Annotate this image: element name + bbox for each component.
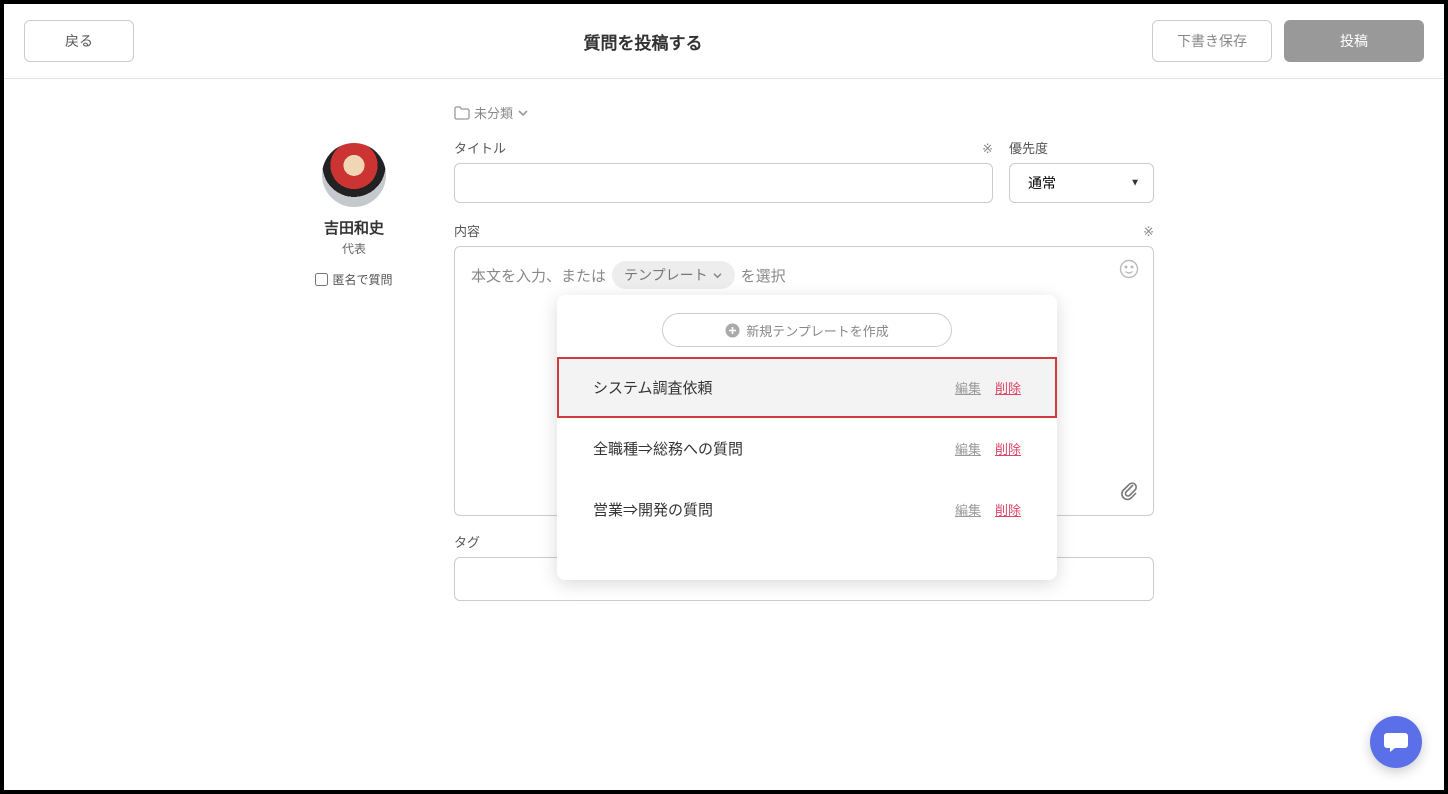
new-template-label: 新規テンプレートを作成: [746, 321, 889, 340]
template-item-actions: 編集 削除: [955, 500, 1021, 519]
title-label: タイトル: [454, 138, 506, 157]
content-textarea[interactable]: 本文を入力、または テンプレート を選択 新規テンプレートを作成 シ: [454, 246, 1154, 516]
template-item[interactable]: システム調査依頼 編集 削除: [557, 357, 1057, 418]
template-chip-label: テンプレート: [624, 265, 708, 285]
form-column: 未分類 タイトル ※ 優先度 ▼ 内容: [454, 103, 1154, 601]
save-draft-button[interactable]: 下書き保存: [1152, 20, 1272, 62]
content-placeholder: 本文を入力、または テンプレート を選択: [471, 261, 1137, 289]
priority-select[interactable]: [1009, 163, 1154, 203]
template-item-name: システム調査依頼: [593, 377, 713, 398]
post-button[interactable]: 投稿: [1284, 20, 1424, 62]
user-name: 吉田和史: [324, 217, 384, 238]
anonymous-checkbox-row[interactable]: 匿名で質問: [315, 271, 392, 288]
chevron-down-icon: [712, 272, 723, 279]
back-button[interactable]: 戻る: [24, 20, 134, 62]
template-item-name: 全職種⇒総務への質問: [593, 438, 743, 459]
category-selector[interactable]: 未分類: [454, 103, 1154, 122]
main: 吉田和史 代表 匿名で質問 未分類 タイトル ※ 優先度: [4, 79, 1444, 625]
priority-label: 優先度: [1009, 138, 1048, 157]
user-column: 吉田和史 代表 匿名で質問: [294, 143, 414, 601]
content-label: 内容: [454, 221, 480, 240]
header: 戻る 質問を投稿する 下書き保存 投稿: [4, 4, 1444, 79]
content-required-mark: ※: [1143, 224, 1154, 240]
smiley-icon[interactable]: [1119, 259, 1139, 279]
priority-select-wrap[interactable]: ▼: [1009, 163, 1154, 203]
content-placeholder-pre: 本文を入力、または: [471, 265, 606, 286]
template-dropdown: 新規テンプレートを作成 システム調査依頼 編集 削除 全職種⇒総務への質問 編集…: [557, 295, 1057, 580]
page-title: 質問を投稿する: [134, 29, 1152, 54]
title-group: タイトル ※: [454, 138, 993, 203]
priority-group: 優先度 ▼: [1009, 138, 1154, 203]
chat-icon: [1383, 730, 1409, 754]
template-item[interactable]: 全職種⇒総務への質問 編集 削除: [557, 418, 1057, 479]
category-label: 未分類: [474, 103, 513, 122]
folder-icon: [454, 106, 470, 120]
user-role: 代表: [342, 240, 366, 257]
new-template-button[interactable]: 新規テンプレートを作成: [662, 313, 952, 347]
anonymous-label: 匿名で質問: [332, 271, 392, 288]
chat-fab[interactable]: [1370, 716, 1422, 768]
template-item-name: 営業⇒開発の質問: [593, 499, 713, 520]
template-item-actions: 編集 削除: [955, 439, 1021, 458]
anonymous-checkbox[interactable]: [315, 273, 328, 286]
template-edit-link[interactable]: 編集: [955, 439, 981, 458]
template-delete-link[interactable]: 削除: [995, 500, 1021, 519]
paperclip-icon[interactable]: [1119, 479, 1139, 501]
chevron-down-icon: [517, 109, 529, 117]
header-actions: 下書き保存 投稿: [1152, 20, 1424, 62]
title-input[interactable]: [454, 163, 993, 203]
template-edit-link[interactable]: 編集: [955, 378, 981, 397]
plus-circle-icon: [725, 323, 740, 338]
title-required-mark: ※: [982, 141, 993, 157]
template-delete-link[interactable]: 削除: [995, 439, 1021, 458]
content-placeholder-post: を選択: [741, 265, 786, 286]
template-edit-link[interactable]: 編集: [955, 500, 981, 519]
template-delete-link[interactable]: 削除: [995, 378, 1021, 397]
avatar: [322, 143, 386, 207]
template-item[interactable]: 営業⇒開発の質問 編集 削除: [557, 479, 1057, 540]
template-chip[interactable]: テンプレート: [612, 261, 735, 289]
template-item-actions: 編集 削除: [955, 378, 1021, 397]
